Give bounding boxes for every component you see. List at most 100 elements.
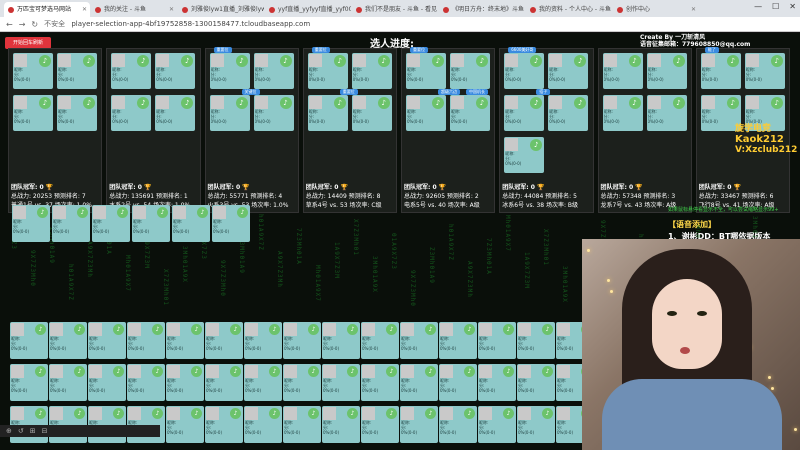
speaker-icon[interactable]: ♪ [83, 97, 95, 109]
speaker-icon[interactable]: ♪ [464, 408, 475, 419]
speaker-icon[interactable]: ♪ [503, 324, 514, 335]
speaker-icon[interactable]: ♪ [113, 324, 124, 335]
team-player-slot[interactable]: ♪ 昵称: 分: 0%(0-0) [700, 53, 741, 89]
speaker-icon[interactable]: ♪ [191, 408, 202, 419]
tab-close-icon[interactable]: ✕ [169, 2, 174, 17]
pool-player-slot[interactable]: ♪昵称:分:0%(0-0) [244, 406, 282, 443]
speaker-icon[interactable]: ♪ [542, 324, 553, 335]
speaker-icon[interactable]: ♪ [476, 97, 488, 109]
speaker-icon[interactable]: ♪ [503, 366, 514, 377]
speaker-icon[interactable]: ♪ [74, 324, 85, 335]
speaker-icon[interactable]: ♪ [672, 55, 685, 67]
speaker-icon[interactable]: ♪ [464, 324, 475, 335]
pool-player-slot[interactable]: ♪昵称:分:0%(0-0) [52, 205, 90, 242]
team-player-slot[interactable]: ♪ 昵称: 分: 0%(0-0) [504, 137, 545, 173]
speaker-icon[interactable]: ♪ [628, 55, 641, 67]
team-player-slot[interactable]: ♪ 昵称: 分: 0%(0-0) [548, 53, 589, 89]
maximize-icon[interactable]: ☐ [772, 2, 779, 11]
speaker-icon[interactable]: ♪ [35, 408, 46, 419]
team-player-slot[interactable]: ♪ 昵称: 分: 0%(0-0) [504, 53, 545, 89]
speaker-icon[interactable]: ♪ [191, 366, 202, 377]
pool-player-slot[interactable]: ♪昵称:分:0%(0-0) [244, 364, 282, 401]
team-player-slot[interactable]: ♪ 昵称: 分: 0%(0-0) [548, 95, 589, 131]
speaker-icon[interactable]: ♪ [770, 55, 783, 67]
browser-tab[interactable]: 万匹宝可梦选马网站 ✕ [4, 2, 90, 17]
speaker-icon[interactable]: ♪ [308, 324, 319, 335]
speaker-icon[interactable]: ♪ [230, 408, 241, 419]
speaker-icon[interactable]: ♪ [269, 408, 280, 419]
team-player-slot[interactable]: ♪ 昵称: 分: 0%(0-0) [13, 95, 53, 131]
pool-player-slot[interactable]: ♪昵称:分:0%(0-0) [322, 406, 360, 443]
speaker-icon[interactable]: ♪ [39, 97, 51, 109]
pool-player-slot[interactable]: ♪昵称:分:0%(0-0) [212, 205, 250, 242]
pool-player-slot[interactable]: ♪昵称:分:0%(0-0) [478, 406, 516, 443]
speaker-icon[interactable]: ♪ [237, 207, 248, 218]
team-player-slot[interactable]: ♪ 昵称: 分: 0%(0-0) [744, 53, 785, 89]
speaker-icon[interactable]: ♪ [74, 366, 85, 377]
speaker-icon[interactable]: ♪ [279, 97, 292, 109]
team-player-slot[interactable]: ♪ 昵称: 分: 0%(0-0) [155, 95, 196, 131]
speaker-icon[interactable]: ♪ [386, 366, 397, 377]
pool-player-slot[interactable]: ♪昵称:分:0%(0-0) [49, 322, 87, 359]
team-player-slot[interactable]: ♪ 昵称: 分: 0%(0-0) [253, 95, 294, 131]
speaker-icon[interactable]: ♪ [347, 366, 358, 377]
browser-tab[interactable]: 我们不是朋友 - 斗鱼 - 看见✕ [352, 2, 438, 17]
tab-close-icon[interactable]: ✕ [691, 2, 696, 17]
team-player-slot[interactable]: ♪ 昵称: 分: 0%(0-0) [450, 53, 490, 89]
speaker-icon[interactable]: ♪ [672, 97, 685, 109]
pool-player-slot[interactable]: ♪昵称:分:0%(0-0) [478, 322, 516, 359]
browser-tab[interactable]: 我的资料 - 个人中心 - 斗鱼✕ [526, 2, 612, 17]
speaker-icon[interactable]: ♪ [308, 408, 319, 419]
speaker-icon[interactable]: ♪ [37, 207, 48, 218]
pool-player-slot[interactable]: ♪昵称:分:0%(0-0) [166, 364, 204, 401]
speaker-icon[interactable]: ♪ [77, 207, 88, 218]
pool-player-slot[interactable]: ♪昵称:分:0%(0-0) [361, 364, 399, 401]
speaker-icon[interactable]: ♪ [197, 207, 208, 218]
team-player-slot[interactable]: ♪ 昵称: 分: 0%(0-0) [351, 95, 392, 131]
speaker-icon[interactable]: ♪ [574, 97, 587, 109]
speaker-icon[interactable]: ♪ [117, 207, 128, 218]
pool-player-slot[interactable]: ♪昵称:分:0%(0-0) [205, 364, 243, 401]
speaker-icon[interactable]: ♪ [191, 324, 202, 335]
pool-player-slot[interactable]: ♪昵称:分:0%(0-0) [283, 364, 321, 401]
pool-player-slot[interactable]: ♪昵称:分:0%(0-0) [322, 322, 360, 359]
pool-player-slot[interactable]: ♪昵称:分:0%(0-0) [244, 322, 282, 359]
speaker-icon[interactable]: ♪ [432, 97, 444, 109]
speaker-icon[interactable]: ♪ [113, 366, 124, 377]
speaker-icon[interactable]: ♪ [542, 408, 553, 419]
pool-player-slot[interactable]: ♪昵称:分:0%(0-0) [517, 406, 555, 443]
pool-player-slot[interactable]: ♪昵称:分:0%(0-0) [10, 322, 48, 359]
team-player-slot[interactable]: ♪ 昵称: 分: 0%(0-0) [111, 95, 152, 131]
control-icon[interactable]: ⊟ [42, 427, 48, 435]
pool-player-slot[interactable]: ♪昵称:分:0%(0-0) [127, 322, 165, 359]
speaker-icon[interactable]: ♪ [35, 366, 46, 377]
speaker-icon[interactable]: ♪ [386, 408, 397, 419]
team-player-slot[interactable]: ♪ 昵称: 分: 0%(0-0) [111, 53, 152, 89]
pool-player-slot[interactable]: ♪昵称:分:0%(0-0) [517, 364, 555, 401]
speaker-icon[interactable]: ♪ [726, 55, 739, 67]
browser-tab[interactable]: 《明日方舟：终末地》斗鱼✕ [439, 2, 525, 17]
browser-tab[interactable]: 我的关注 - 斗鱼 ✕ [91, 2, 177, 17]
close-icon[interactable]: ✕ [789, 2, 796, 11]
pool-player-slot[interactable]: ♪昵称:分:0%(0-0) [49, 364, 87, 401]
speaker-icon[interactable]: ♪ [230, 366, 241, 377]
back-icon[interactable]: ← [6, 20, 13, 29]
pool-player-slot[interactable]: ♪昵称:分:0%(0-0) [166, 322, 204, 359]
speaker-icon[interactable]: ♪ [628, 97, 641, 109]
speaker-icon[interactable]: ♪ [425, 408, 436, 419]
speaker-icon[interactable]: ♪ [39, 55, 51, 67]
speaker-icon[interactable]: ♪ [425, 324, 436, 335]
speaker-icon[interactable]: ♪ [464, 366, 475, 377]
speaker-icon[interactable]: ♪ [770, 97, 783, 109]
pool-player-slot[interactable]: ♪昵称:分:0%(0-0) [92, 205, 130, 242]
pool-player-slot[interactable]: ♪昵称:分:0%(0-0) [88, 364, 126, 401]
speaker-icon[interactable]: ♪ [377, 97, 390, 109]
speaker-icon[interactable]: ♪ [530, 97, 543, 109]
team-player-slot[interactable]: ♪ 昵称: 分: 0%(0-0) [57, 95, 97, 131]
team-player-slot[interactable]: ♪ 昵称: 分: 0%(0-0) [13, 53, 53, 89]
speaker-icon[interactable]: ♪ [269, 366, 280, 377]
speaker-icon[interactable]: ♪ [113, 408, 124, 419]
speaker-icon[interactable]: ♪ [279, 55, 292, 67]
browser-tab[interactable]: yyf直播_yyfyyf直播_yyf00TJ✕ [265, 2, 351, 17]
speaker-icon[interactable]: ♪ [235, 55, 248, 67]
